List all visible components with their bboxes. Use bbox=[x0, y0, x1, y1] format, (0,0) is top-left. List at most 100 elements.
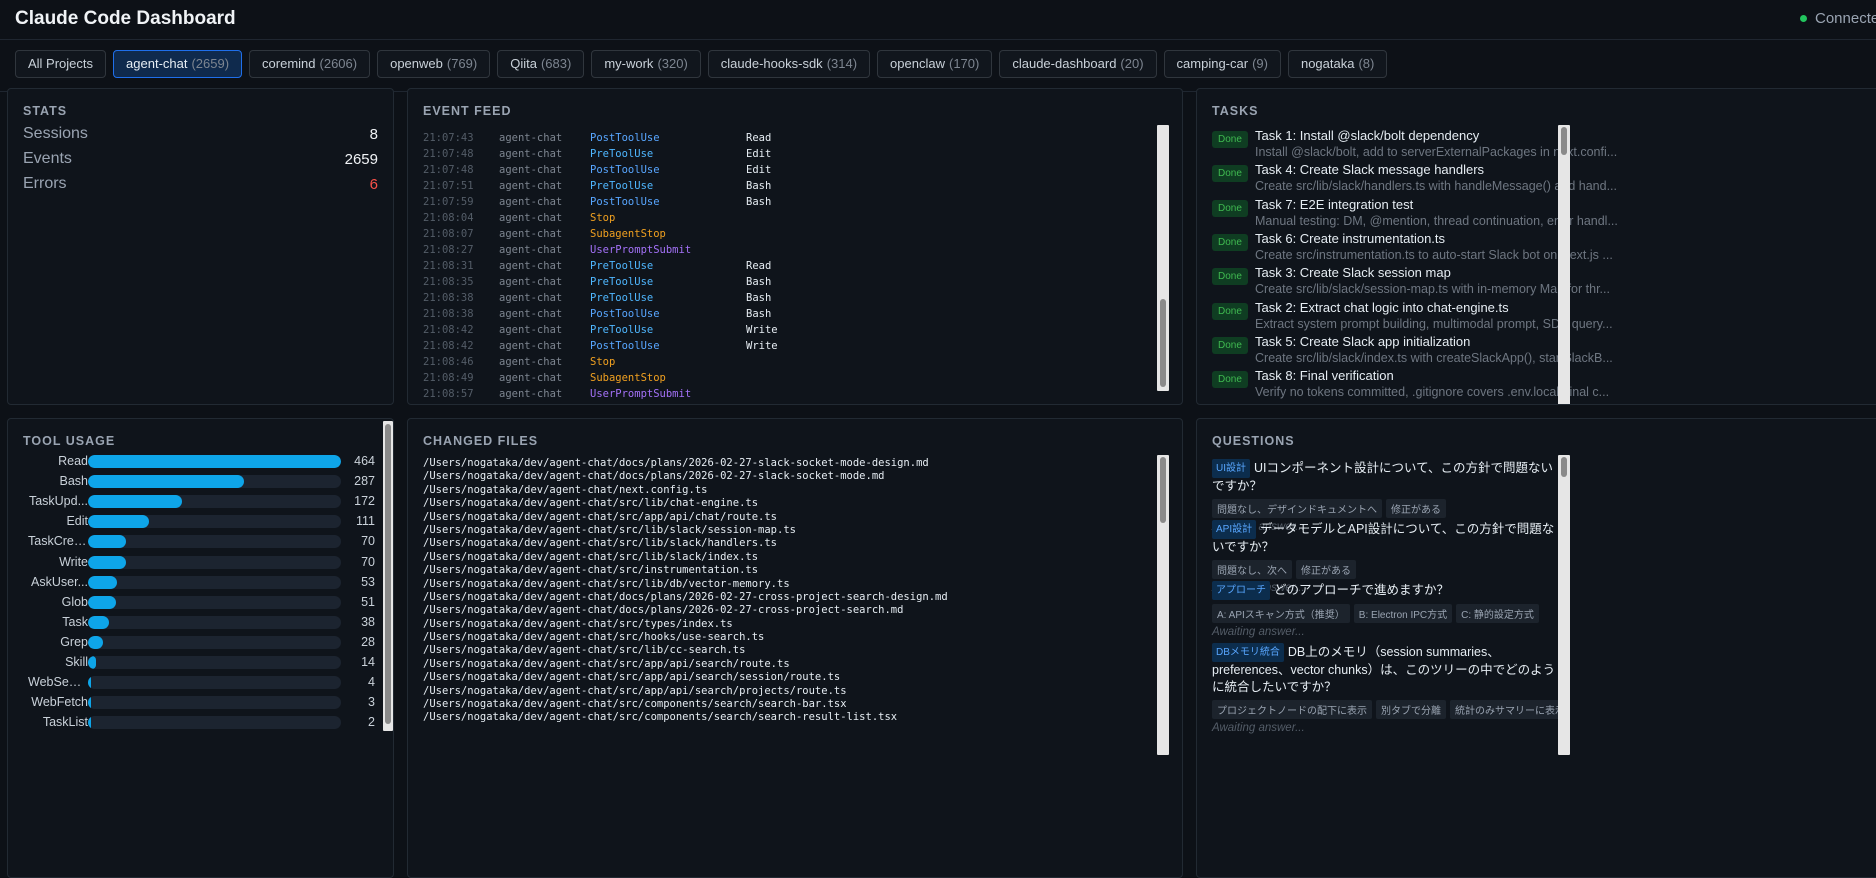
event-row[interactable]: 21:08:04 agent-chat Stop bbox=[423, 211, 1182, 227]
project-tab-label: All Projects bbox=[28, 56, 94, 71]
event-project: agent-chat bbox=[499, 228, 563, 240]
stats-title: STATS bbox=[23, 104, 68, 118]
event-row[interactable]: 21:07:59 agent-chat PostToolUse Bash bbox=[423, 195, 1182, 211]
file-path[interactable]: /Users/nogataka/dev/agent-chat/src/lib/d… bbox=[423, 578, 1143, 591]
option-button[interactable]: 統計のみサマリーに表示 bbox=[1450, 700, 1570, 719]
file-path[interactable]: /Users/nogataka/dev/agent-chat/src/app/a… bbox=[423, 671, 1143, 684]
tool-usage-scrollbar[interactable] bbox=[383, 421, 393, 731]
event-time: 21:09:05 bbox=[423, 404, 474, 405]
changed-files-list[interactable]: /Users/nogataka/dev/agent-chat/docs/plan… bbox=[423, 457, 1143, 725]
project-tab-label: agent-chat bbox=[126, 56, 188, 71]
option-button[interactable]: 問題なし、デザインドキュメントへ bbox=[1212, 499, 1382, 518]
tool-name: Skill bbox=[65, 655, 88, 669]
event-row[interactable]: 21:07:48 agent-chat PostToolUse Edit bbox=[423, 163, 1182, 179]
event-row[interactable]: 21:08:38 agent-chat PreToolUse Bash bbox=[423, 291, 1182, 307]
event-project: agent-chat bbox=[499, 148, 563, 160]
project-tab[interactable]: camping-car (9) bbox=[1163, 50, 1281, 78]
project-tab[interactable]: Qiita (683) bbox=[497, 50, 585, 78]
event-row[interactable]: 21:09:05 agent-chat Stop bbox=[423, 403, 1182, 405]
event-row[interactable]: 21:08:38 agent-chat PostToolUse Bash bbox=[423, 307, 1182, 323]
event-row[interactable]: 21:08:57 agent-chat UserPromptSubmit bbox=[423, 387, 1182, 403]
file-path[interactable]: /Users/nogataka/dev/agent-chat/src/app/a… bbox=[423, 685, 1143, 698]
project-tab[interactable]: openclaw (170) bbox=[877, 50, 993, 78]
tool-bar-track bbox=[88, 515, 341, 529]
option-button[interactable]: 修正がある bbox=[1386, 499, 1446, 518]
scroll-thumb[interactable] bbox=[1561, 127, 1567, 155]
project-tab[interactable]: openweb (769) bbox=[377, 50, 491, 78]
tasks-scrollbar[interactable] bbox=[1558, 125, 1570, 404]
option-button[interactable]: C: 静的設定方式 bbox=[1456, 604, 1539, 623]
event-tool: Edit bbox=[746, 164, 772, 176]
file-path[interactable]: /Users/nogataka/dev/agent-chat/src/types… bbox=[423, 618, 1143, 631]
file-path[interactable]: /Users/nogataka/dev/agent-chat/src/hooks… bbox=[423, 631, 1143, 644]
tool-usage-row: Task 38 bbox=[23, 613, 375, 633]
tool-bar-track bbox=[88, 696, 341, 710]
tool-usage-row: Glob 51 bbox=[23, 593, 375, 613]
file-path[interactable]: /Users/nogataka/dev/agent-chat/docs/plan… bbox=[423, 591, 1143, 604]
option-button[interactable]: 問題なし、次へ bbox=[1212, 560, 1292, 579]
question-item: アプローチ どのアプローチで進めますか？ A: APIスキャン方式（推奨） B: El… bbox=[1212, 581, 1557, 638]
event-project: agent-chat bbox=[499, 196, 563, 208]
event-row[interactable]: 21:08:42 agent-chat PreToolUse Write bbox=[423, 323, 1182, 339]
event-row[interactable]: 21:07:48 agent-chat PreToolUse Edit bbox=[423, 147, 1182, 163]
option-button[interactable]: プロジェクトノードの配下に表示 bbox=[1212, 700, 1372, 719]
question-tag: DBメモリ統合 bbox=[1212, 643, 1284, 662]
event-project: agent-chat bbox=[499, 340, 563, 352]
scroll-thumb[interactable] bbox=[385, 424, 391, 724]
file-path[interactable]: /Users/nogataka/dev/agent-chat/src/app/a… bbox=[423, 658, 1143, 671]
event-row[interactable]: 21:08:07 agent-chat SubagentStop bbox=[423, 227, 1182, 243]
option-button[interactable]: A: APIスキャン方式（推奨） bbox=[1212, 604, 1350, 623]
event-type: PreToolUse bbox=[590, 276, 654, 288]
project-tab[interactable]: my-work (320) bbox=[591, 50, 701, 78]
project-tab[interactable]: coremind (2606) bbox=[249, 50, 371, 78]
project-tab[interactable]: claude-dashboard (20) bbox=[999, 50, 1157, 78]
tool-name: Bash bbox=[59, 474, 89, 489]
file-path[interactable]: /Users/nogataka/dev/agent-chat/docs/plan… bbox=[423, 604, 1143, 617]
tool-bar bbox=[88, 515, 149, 529]
event-row[interactable]: 21:08:42 agent-chat PostToolUse Write bbox=[423, 339, 1182, 355]
event-row[interactable]: 21:07:43 agent-chat PostToolUse Read bbox=[423, 131, 1182, 147]
file-path[interactable]: /Users/nogataka/dev/agent-chat/src/lib/s… bbox=[423, 551, 1143, 564]
file-path[interactable]: /Users/nogataka/dev/agent-chat/src/app/a… bbox=[423, 511, 1143, 524]
event-row[interactable]: 21:07:51 agent-chat PreToolUse Bash bbox=[423, 179, 1182, 195]
file-path[interactable]: /Users/nogataka/dev/agent-chat/next.conf… bbox=[423, 484, 1143, 497]
event-row[interactable]: 21:08:27 agent-chat UserPromptSubmit bbox=[423, 243, 1182, 259]
file-path[interactable]: /Users/nogataka/dev/agent-chat/src/compo… bbox=[423, 698, 1143, 711]
project-tab-label: claude-dashboard bbox=[1012, 56, 1117, 71]
changed-files-scrollbar[interactable] bbox=[1157, 455, 1169, 755]
questions-scrollbar[interactable] bbox=[1558, 455, 1570, 755]
file-path[interactable]: /Users/nogataka/dev/agent-chat/src/lib/c… bbox=[423, 497, 1143, 510]
question-label: どのアプローチで進めますか？ bbox=[1274, 583, 1450, 597]
event-row[interactable]: 21:08:35 agent-chat PreToolUse Bash bbox=[423, 275, 1182, 291]
file-path[interactable]: /Users/nogataka/dev/agent-chat/src/compo… bbox=[423, 711, 1143, 724]
event-row[interactable]: 21:08:31 agent-chat PreToolUse Read bbox=[423, 259, 1182, 275]
scroll-thumb[interactable] bbox=[1561, 457, 1567, 477]
event-row[interactable]: 21:08:49 agent-chat SubagentStop bbox=[423, 371, 1182, 387]
event-row[interactable]: 21:08:46 agent-chat Stop bbox=[423, 355, 1182, 371]
file-path[interactable]: /Users/nogataka/dev/agent-chat/src/lib/s… bbox=[423, 524, 1143, 537]
tool-name: AskUser... bbox=[31, 574, 88, 589]
option-button[interactable]: B: Electron IPC方式 bbox=[1353, 604, 1453, 623]
scroll-thumb[interactable] bbox=[1160, 457, 1166, 523]
project-tab[interactable]: nogataka (8) bbox=[1287, 50, 1388, 78]
option-button[interactable]: 修正がある bbox=[1296, 560, 1356, 579]
event-feed-list[interactable]: 21:07:43 agent-chat PostToolUse Read 21:07:4… bbox=[423, 131, 1182, 405]
file-path[interactable]: /Users/nogataka/dev/agent-chat/src/instr… bbox=[423, 564, 1143, 577]
event-time: 21:08:38 bbox=[423, 308, 474, 320]
option-button[interactable]: 別タブで分離 bbox=[1376, 700, 1446, 719]
stat-events: Events 2659 bbox=[23, 150, 378, 174]
project-tab[interactable]: All Projects bbox=[15, 50, 107, 78]
status-badge: Done bbox=[1212, 165, 1248, 183]
project-tab[interactable]: claude-hooks-sdk (314) bbox=[707, 50, 871, 78]
event-time: 21:08:04 bbox=[423, 212, 474, 224]
event-feed-scrollbar[interactable] bbox=[1157, 125, 1169, 391]
tool-bar bbox=[88, 716, 92, 730]
project-tab[interactable]: agent-chat (2659) bbox=[113, 50, 243, 78]
file-path[interactable]: /Users/nogataka/dev/agent-chat/docs/plan… bbox=[423, 457, 1143, 470]
file-path[interactable]: /Users/nogataka/dev/agent-chat/src/lib/s… bbox=[423, 537, 1143, 550]
stat-label: Sessions bbox=[23, 125, 88, 142]
scroll-thumb[interactable] bbox=[1160, 299, 1166, 387]
file-path[interactable]: /Users/nogataka/dev/agent-chat/src/lib/c… bbox=[423, 644, 1143, 657]
event-feed-panel: EVENT FEED 21:07:43 agent-chat PostToolUse… bbox=[407, 88, 1183, 405]
file-path[interactable]: /Users/nogataka/dev/agent-chat/docs/plan… bbox=[423, 470, 1143, 483]
